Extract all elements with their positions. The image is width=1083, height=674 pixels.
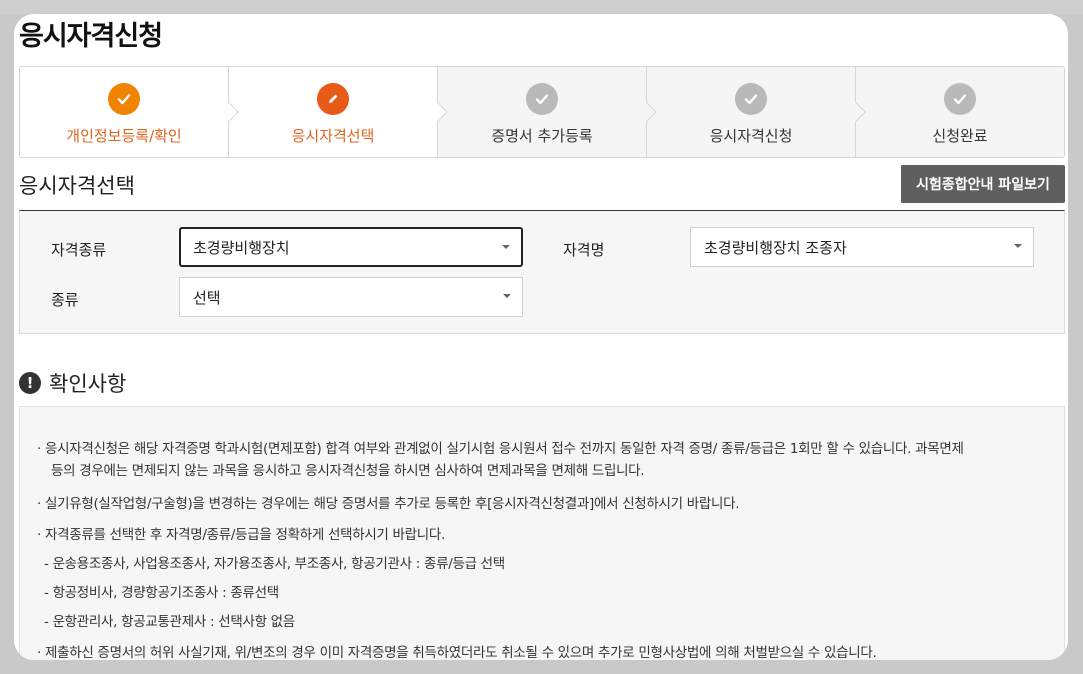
- notice-header: ! 확인사항: [19, 368, 126, 398]
- step-label: 개인정보등록/확인: [66, 127, 182, 145]
- notice-item: · 실기유형(실작업형/구술형)을 변경하는 경우에는 해당 증명서를 추가로 …: [37, 496, 740, 512]
- notice-item: · 응시자격신청은 해당 자격증명 학과시험(면제포함) 합격 여부와 관계없이…: [37, 441, 964, 457]
- check-icon: [117, 94, 131, 105]
- notice-item: · 자격종류를 선택한 후 자격명/종류/등급을 정확하게 선택하시기 바랍니다…: [37, 527, 446, 543]
- step-label: 응시자격신청: [709, 127, 793, 145]
- step-circle: [108, 83, 140, 115]
- step-complete: 신청완료: [855, 67, 1064, 157]
- step-circle: [944, 83, 976, 115]
- qual-type-select[interactable]: 초경량비행장치: [179, 227, 523, 267]
- step-label: 신청완료: [932, 127, 988, 145]
- qual-name-select[interactable]: 초경량비행장치 조종자: [690, 227, 1034, 267]
- chevron-down-icon: [503, 294, 511, 298]
- kind-select[interactable]: 선택: [179, 277, 523, 317]
- page-title: 응시자격신청: [19, 21, 163, 52]
- step-circle: [735, 83, 767, 115]
- check-icon: [744, 94, 758, 105]
- notice-title: 확인사항: [49, 372, 127, 396]
- main-card: 응시자격신청 개인정보등록/확인 응시자격선택 증명서 추가등록 응시자격신청 …: [14, 14, 1068, 660]
- check-icon: [535, 94, 549, 105]
- notice-item-continued: 등의 경우에는 면제되지 않는 과목을 응시하고 응시자격신청을 하시면 심사하…: [51, 463, 645, 479]
- notice-box: · 응시자격신청은 해당 자격증명 학과시험(면제포함) 합격 여부와 관계없이…: [19, 406, 1065, 660]
- step-label: 응시자격선택: [291, 127, 375, 145]
- step-label: 증명서 추가등록: [491, 127, 593, 145]
- kind-value: 선택: [193, 288, 221, 307]
- notice-item: · 제출하신 증명서의 허위 사실기재, 위/변조의 경우 이미 자격증명을 취…: [37, 645, 877, 660]
- check-icon: [953, 94, 967, 105]
- notice-sub-item: - 항공정비사, 경량항공기조종사 : 종류선택: [44, 585, 279, 601]
- pencil-icon: [329, 94, 338, 103]
- qual-name-label: 자격명: [563, 241, 605, 259]
- qual-type-label: 자격종류: [51, 241, 107, 259]
- section-title: 응시자격선택: [19, 174, 135, 198]
- qualification-form: 자격종류 초경량비행장치 자격명 초경량비행장치 조종자 종류 선택: [19, 210, 1065, 334]
- exam-guide-file-button[interactable]: 시험종합안내 파일보기: [901, 165, 1065, 203]
- notice-sub-item: - 운송용조종사, 사업용조종사, 자가용조종사, 부조종사, 항공기관사 : …: [44, 556, 505, 572]
- chevron-down-icon: [502, 245, 510, 249]
- progress-stepper: 개인정보등록/확인 응시자격선택 증명서 추가등록 응시자격신청 신청완료: [19, 66, 1065, 158]
- step-personal-info: 개인정보등록/확인: [20, 67, 239, 157]
- step-certificate-register: 증명서 추가등록: [437, 67, 657, 157]
- kind-label: 종류: [51, 291, 79, 309]
- qual-name-value: 초경량비행장치 조종자: [704, 238, 847, 257]
- top-strip: [0, 0, 1083, 14]
- alert-icon: !: [19, 372, 41, 394]
- step-circle: [317, 83, 349, 115]
- step-qualification-apply: 응시자격신청: [646, 67, 866, 157]
- chevron-down-icon: [1014, 244, 1022, 248]
- notice-sub-item: - 운항관리사, 항공교통관제사 : 선택사항 없음: [44, 614, 295, 630]
- step-circle: [526, 83, 558, 115]
- step-qualification-select: 응시자격선택: [228, 67, 448, 157]
- qual-type-value: 초경량비행장치: [193, 238, 290, 257]
